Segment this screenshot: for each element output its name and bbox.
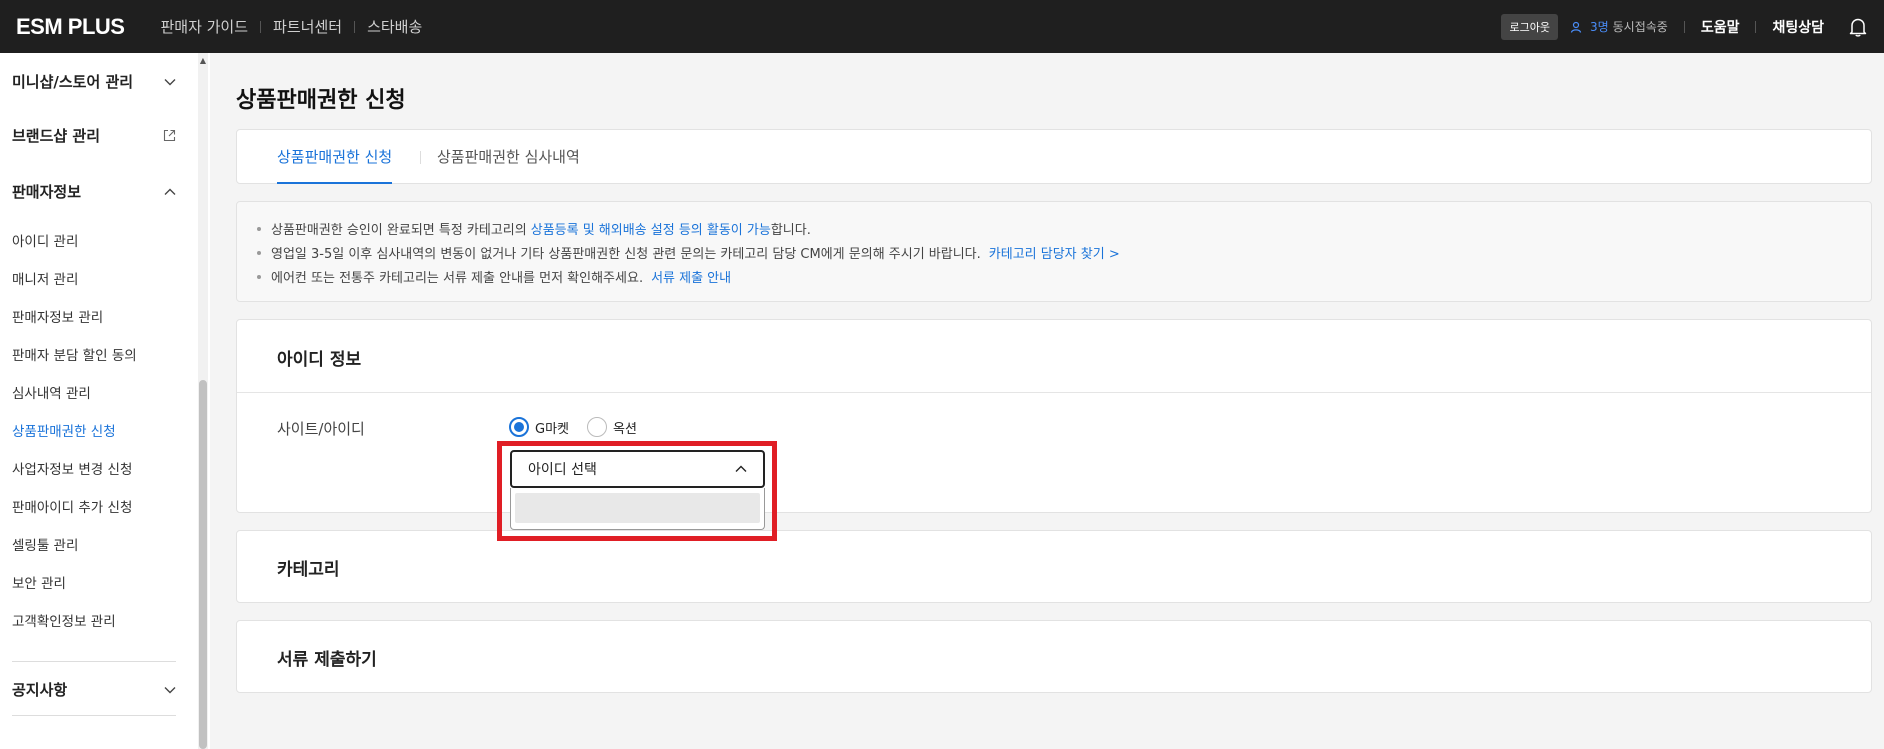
sidebar-item-discount-agreement[interactable]: 판매자 분담 할인 동의 <box>12 344 137 364</box>
sidebar-group-label: 공지사항 <box>12 681 68 699</box>
sidebar-divider <box>12 661 176 662</box>
find-category-manager-link[interactable]: 카테고리 담당자 찾기 > <box>989 243 1120 262</box>
dropdown-option-empty[interactable] <box>515 493 760 523</box>
chevron-up-icon <box>735 465 747 472</box>
notice-text: 에어컨 또는 전통주 카테고리는 서류 제출 안내를 먼저 확인해주세요. <box>271 271 644 286</box>
nav-partner-center[interactable]: 파트너센터 <box>261 16 354 37</box>
divider <box>1755 20 1757 33</box>
sidebar-group-label: 브랜드샵 관리 <box>12 127 101 145</box>
concurrent-label: 동시접속중 <box>1612 20 1668 34</box>
sidebar-group-seller-info[interactable]: 판매자정보 <box>12 181 176 202</box>
sidebar-group-label: 미니샵/스토어 관리 <box>12 73 134 91</box>
external-link-icon <box>163 129 176 142</box>
site-radio-group: G마켓 옥션 <box>509 417 655 437</box>
bullet <box>257 226 261 231</box>
document-guide-link[interactable]: 서류 제출 안내 <box>651 267 731 286</box>
section-title-category[interactable]: 카테고리 <box>277 555 340 580</box>
sidebar-item-id-management[interactable]: 아이디 관리 <box>12 230 78 250</box>
notice-line-2: 영업일 3-5일 이후 심사내역의 변동이 없거나 기타 상품판매권한 신청 관… <box>257 243 1120 262</box>
radio-auction[interactable] <box>587 417 607 437</box>
id-select-dropdown[interactable]: 아이디 선택 <box>510 450 765 488</box>
user-count-value: 3명 <box>1589 20 1609 34</box>
sidebar-group-brandshop[interactable]: 브랜드샵 관리 <box>12 125 176 146</box>
radio-gmarket[interactable] <box>509 417 529 437</box>
notice-text: 영업일 3-5일 이후 심사내역의 변동이 없거나 기타 상품판매권한 신청 관… <box>271 247 981 262</box>
tab-bar: 상품판매권한 신청 상품판매권한 심사내역 <box>236 129 1872 184</box>
sidebar-item-manager-management[interactable]: 매니저 관리 <box>12 268 78 288</box>
tab-sales-permission-history[interactable]: 상품판매권한 심사내역 <box>437 130 580 184</box>
sidebar-item-review-history[interactable]: 심사내역 관리 <box>12 382 91 402</box>
notice-line-3: 에어컨 또는 전통주 카테고리는 서류 제출 안내를 먼저 확인해주세요. 서류… <box>257 267 731 286</box>
sidebar-item-business-info-change[interactable]: 사업자정보 변경 신청 <box>12 458 132 478</box>
notice-highlight: 상품등록 및 해외배송 설정 등의 활동이 가능 <box>530 223 771 238</box>
sidebar-divider <box>12 715 176 716</box>
notice-text: 합니다. <box>770 223 811 238</box>
bullet <box>257 274 261 279</box>
category-section: 카테고리 <box>236 530 1872 603</box>
top-bar: ESM PLUS 판매자 가이드 파트너센터 스타배송 로그아웃 3명 동시접속… <box>0 0 1884 53</box>
sidebar-group-minishop[interactable]: 미니샵/스토어 관리 <box>12 71 176 92</box>
top-right-actions: 로그아웃 3명 동시접속중 도움말 채팅상담 <box>1501 13 1868 40</box>
logout-button[interactable]: 로그아웃 <box>1501 13 1558 40</box>
chevron-down-icon <box>164 686 176 693</box>
nav-star-delivery[interactable]: 스타배송 <box>355 16 434 37</box>
concurrent-users[interactable]: 3명 <box>1570 18 1609 35</box>
divider <box>1683 20 1685 33</box>
help-link[interactable]: 도움말 <box>1701 17 1740 37</box>
nav-seller-guide[interactable]: 판매자 가이드 <box>148 16 260 37</box>
radio-auction-label[interactable]: 옥션 <box>613 418 637 437</box>
bell-icon[interactable] <box>1848 17 1868 37</box>
chevron-down-icon <box>164 78 176 85</box>
top-nav: 판매자 가이드 파트너센터 스타배송 <box>148 16 434 37</box>
tab-sales-permission-request[interactable]: 상품판매권한 신청 <box>277 130 393 184</box>
chat-consult-link[interactable]: 채팅상담 <box>1772 17 1824 37</box>
sidebar-scroll-thumb[interactable] <box>199 380 207 749</box>
notice-line-1: 상품판매권한 승인이 완료되면 특정 카테고리의 상품등록 및 해외배송 설정 … <box>257 219 811 238</box>
sidebar-group-notice[interactable]: 공지사항 <box>12 679 176 700</box>
user-icon <box>1570 21 1582 33</box>
section-divider <box>237 392 1871 393</box>
sidebar-group-label: 판매자정보 <box>12 183 82 201</box>
sidebar-item-security[interactable]: 보안 관리 <box>12 572 66 592</box>
notice-text: 상품판매권한 승인이 완료되면 특정 카테고리의 <box>271 223 527 238</box>
sidebar-item-seller-info-management[interactable]: 판매자정보 관리 <box>12 306 103 326</box>
section-title-documents[interactable]: 서류 제출하기 <box>277 645 377 670</box>
section-title-id-info: 아이디 정보 <box>277 350 362 370</box>
documents-section: 서류 제출하기 <box>236 620 1872 693</box>
chevron-up-icon <box>164 188 176 195</box>
sidebar-item-customer-verification[interactable]: 고객확인정보 관리 <box>12 610 116 630</box>
sidebar-item-add-seller-id[interactable]: 판매아이디 추가 신청 <box>12 496 132 516</box>
bullet <box>257 250 261 255</box>
id-select-options-panel <box>510 488 765 530</box>
tab-separator <box>420 151 421 164</box>
scroll-up-arrow-icon[interactable]: ▲ <box>198 56 208 65</box>
sidebar: 미니샵/스토어 관리 브랜드샵 관리 판매자정보 아이디 관리 매니저 관리 판… <box>0 53 210 749</box>
esm-plus-logo[interactable]: ESM PLUS <box>16 14 125 40</box>
sidebar-item-sales-permission[interactable]: 상품판매권한 신청 <box>12 420 116 440</box>
select-placeholder: 아이디 선택 <box>528 462 597 478</box>
page-title: 상품판매권한 신청 <box>236 88 406 113</box>
site-id-label: 사이트/아이디 <box>277 420 365 438</box>
notice-box: 상품판매권한 승인이 완료되면 특정 카테고리의 상품등록 및 해외배송 설정 … <box>236 201 1872 302</box>
id-info-section: 아이디 정보 사이트/아이디 G마켓 옥션 <box>236 319 1872 513</box>
radio-gmarket-label[interactable]: G마켓 <box>535 418 569 437</box>
sidebar-item-selling-tool[interactable]: 셀링툴 관리 <box>12 534 78 554</box>
